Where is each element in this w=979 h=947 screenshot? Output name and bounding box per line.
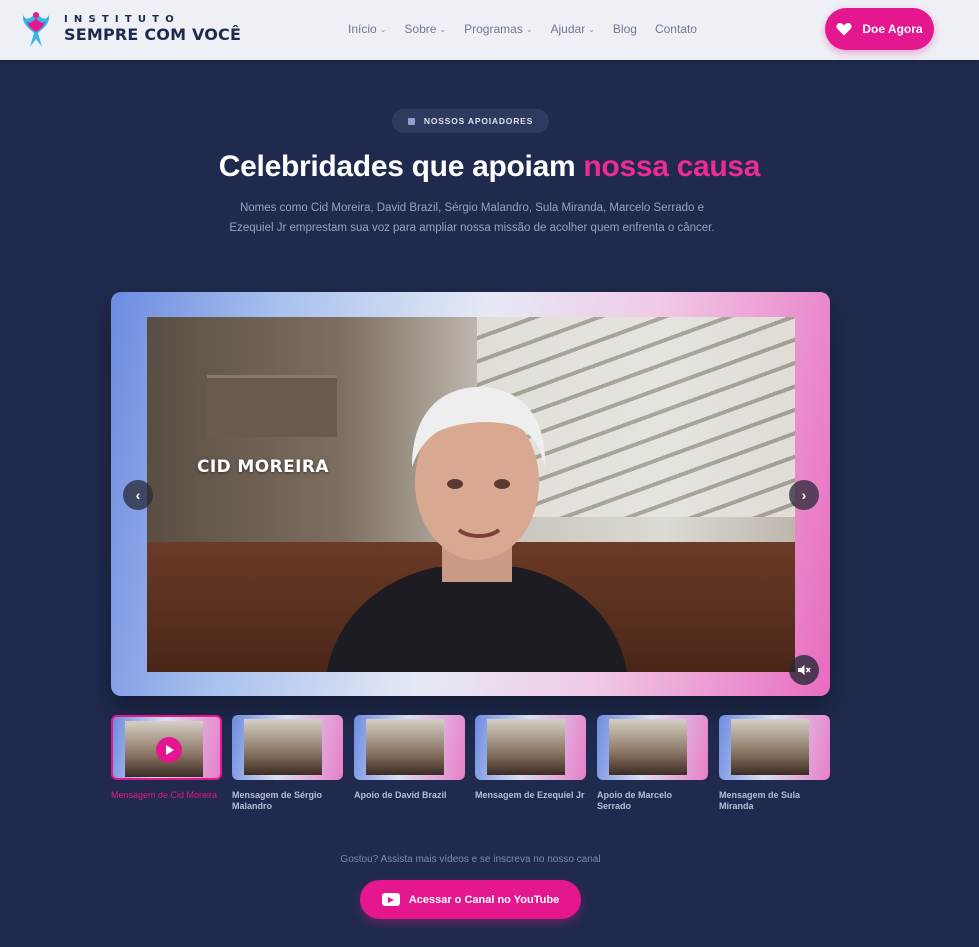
nav-label: Contato [654,22,697,36]
thumbnail-sergio-malandro[interactable]: Mensagem de Sérgio Malandro [232,715,343,812]
heart-icon [836,23,852,36]
logo-icon [22,12,50,47]
chevron-down-icon: ⌄ [588,24,595,34]
nav-label: Blog [612,22,637,36]
play-icon [156,737,182,763]
thumbnail-photo [244,719,322,775]
video-thumbnail-list: Mensagem de Cid Moreira Mensagem de Sérg… [111,715,830,815]
mute-toggle-button[interactable] [789,655,819,685]
site-header: INSTITUTO SEMPRE COM VOCÊ Início ⌄ Sobre… [0,0,979,60]
nav-item-programas[interactable]: Programas ⌄ [464,22,532,36]
thumbnail-photo [731,719,809,775]
nav-item-contato[interactable]: Contato [655,22,697,36]
nav-label: Ajudar [550,22,586,36]
nav-label: Início [348,22,377,36]
thumbnail-image [597,715,708,780]
carousel-prev-button[interactable]: ‹ [123,480,153,510]
thumbnail-david-brazil[interactable]: Apoio de David Brazil [354,715,465,801]
site-logo[interactable]: INSTITUTO SEMPRE COM VOCÊ [20,9,241,49]
youtube-icon [381,893,400,906]
thumbnail-label: Apoio de Marcelo Serrado [597,790,673,811]
section-title: Celebridades que apoiam nossa causa [0,150,979,184]
speaker-figure [327,387,627,672]
title-highlight: nossa causa [583,150,761,183]
thumbnail-photo [366,719,444,775]
logo-text-bottom: SEMPRE COM VOCÊ [64,25,242,44]
thumbnail-image [111,715,222,780]
nav-item-blog[interactable]: Blog [613,22,637,36]
thumbnail-marcelo-serrado[interactable]: Apoio de Marcelo Serrado [597,715,708,812]
thumbnail-sula-miranda[interactable]: Mensagem de Sula Miranda [719,715,830,812]
section-subtitle: Nomes como Cid Moreira, David Brazil, Sé… [229,202,715,234]
thumbnail-image [719,715,830,780]
chevron-down-icon: ⌄ [525,24,533,34]
chevron-right-icon: › [801,487,807,503]
speaker-name-overlay: CID MOREIRA [197,457,329,477]
donate-button[interactable]: Doe Agora [825,8,934,50]
thumbnail-ezequiel-jr[interactable]: Mensagem de Ezequiel Jr [475,715,586,801]
cta-text: Gostou? Assista mais vídeos e se inscrev… [340,854,601,865]
chevron-left-icon: ‹ [135,487,141,503]
thumbnail-photo [487,719,565,775]
thumbnail-cid-moreira[interactable]: Mensagem de Cid Moreira [111,715,222,801]
nav-label: Sobre [404,22,437,36]
thumbnail-label: Apoio de David Brazil [354,790,447,800]
nav-item-inicio[interactable]: Início ⌄ [348,22,386,36]
carousel-next-button[interactable]: › [789,480,819,510]
thumbnail-label: Mensagem de Sérgio Malandro [232,790,323,811]
main-nav: Início ⌄ Sobre ⌄ Programas ⌄ Ajudar ⌄ Bl… [348,22,715,36]
thumbnail-label: Mensagem de Cid Moreira [111,790,218,800]
nav-item-sobre[interactable]: Sobre ⌄ [404,22,446,36]
thumbnail-image [232,715,343,780]
video-frame[interactable] [147,317,795,672]
title-main: Celebridades que apoiam [218,150,576,183]
youtube-button-label: Acessar o Canal no YouTube [408,893,560,906]
donate-button-label: Doe Agora [862,22,923,36]
thumbnail-label: Mensagem de Ezequiel Jr [475,790,585,800]
badge-label: NOSSOS APOIADORES [423,116,534,126]
chevron-down-icon: ⌄ [439,24,447,34]
thumbnail-image [475,715,586,780]
section-badge: NOSSOS APOIADORES [392,109,549,133]
video-carousel: CID MOREIRA ‹ › [111,292,830,696]
thumbnail-label: Mensagem de Sula Miranda [719,790,801,811]
thumbnail-image [354,715,465,780]
chevron-down-icon: ⌄ [379,24,387,34]
youtube-channel-button[interactable]: Acessar o Canal no YouTube [360,880,581,919]
logo-text-top: INSTITUTO [64,14,180,25]
volume-muted-icon [798,665,811,675]
nav-label: Programas [464,22,523,36]
badge-icon [407,117,415,125]
nav-item-ajudar[interactable]: Ajudar ⌄ [551,22,595,36]
thumbnail-photo [609,719,687,775]
